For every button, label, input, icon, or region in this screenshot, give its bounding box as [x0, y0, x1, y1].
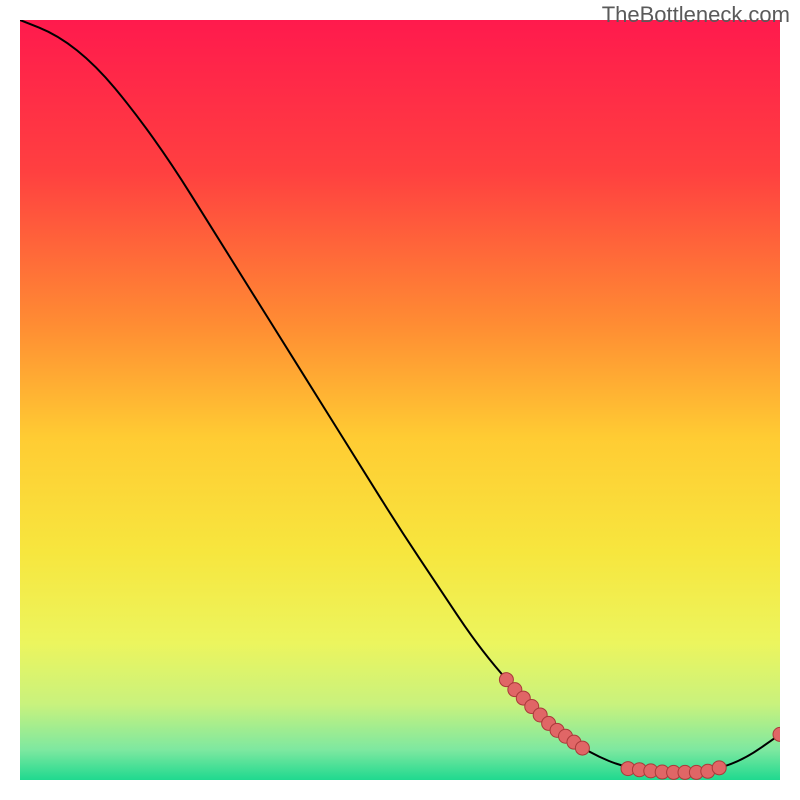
data-marker: [712, 761, 726, 775]
chart-container: TheBottleneck.com: [0, 0, 800, 800]
watermark: TheBottleneck.com: [602, 2, 790, 28]
data-marker: [575, 741, 589, 755]
chart-background: [20, 20, 780, 780]
chart-plot: [20, 20, 780, 780]
